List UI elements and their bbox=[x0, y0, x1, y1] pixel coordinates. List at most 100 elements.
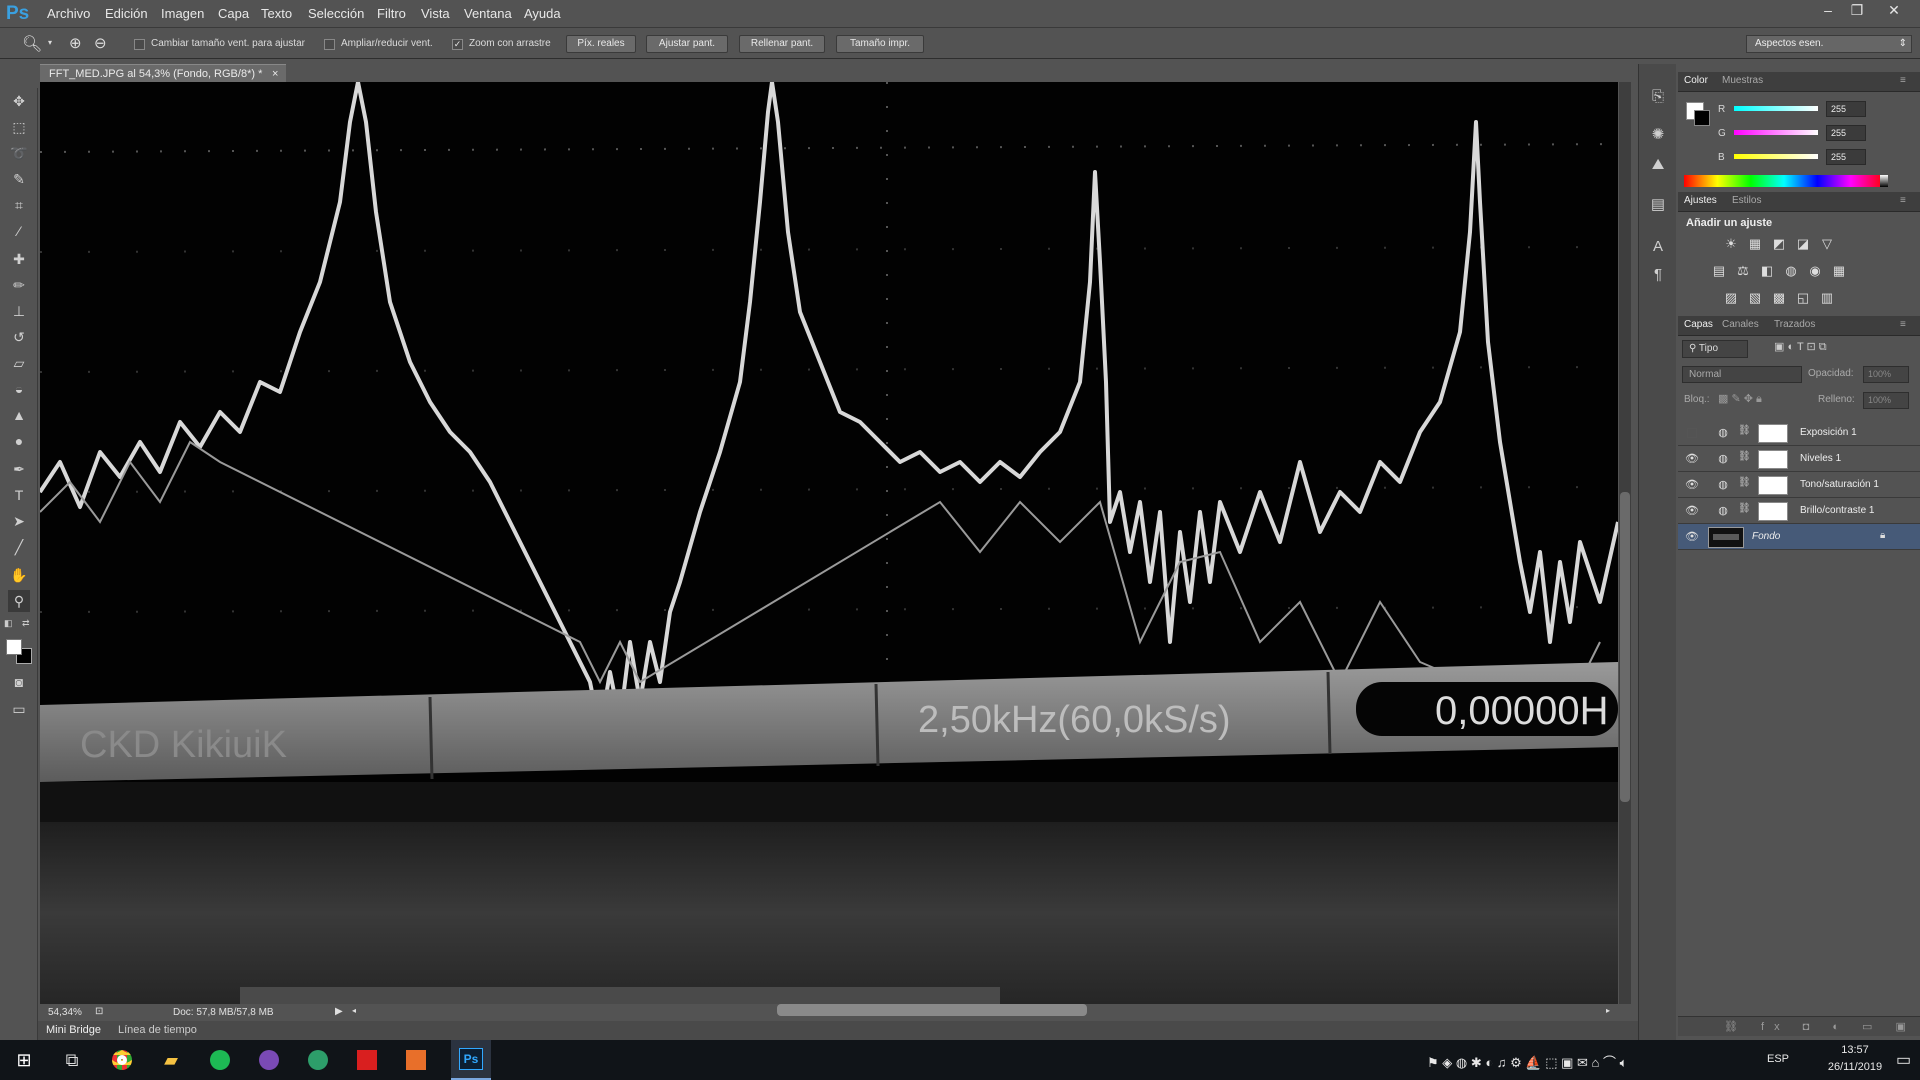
notifications-icon[interactable]: ▭ bbox=[1896, 1050, 1911, 1070]
black-white-ramp[interactable] bbox=[1880, 175, 1888, 187]
quick-mask-icon[interactable]: ◙ bbox=[8, 671, 30, 693]
eye-icon[interactable]: 👁︎ bbox=[1684, 477, 1700, 493]
status-menu-arrow-icon[interactable]: ▶ bbox=[335, 1006, 343, 1017]
clone-source-panel-icon[interactable]: ⛰ bbox=[1647, 154, 1669, 176]
levels-adj-icon[interactable]: ▦ bbox=[1746, 235, 1764, 253]
document-tab[interactable]: FFT_MED.JPG al 54,3% (Fondo, RGB/8*) * × bbox=[40, 64, 286, 82]
layer-row[interactable]: 👁︎ ◍ ⛓ Brillo/contraste 1 bbox=[1678, 498, 1920, 524]
g-value[interactable]: 255 bbox=[1826, 125, 1866, 141]
visibility-toggle[interactable] bbox=[1687, 428, 1697, 438]
print-size-button[interactable]: Tamaño impr. bbox=[836, 35, 924, 53]
blur-tool-icon[interactable]: ▲ bbox=[8, 404, 30, 426]
layer-filter-dropdown[interactable]: ⚲ Tipo bbox=[1682, 340, 1748, 358]
zoom-in-icon[interactable]: ⊕ bbox=[69, 34, 82, 52]
hand-tool-icon[interactable]: ✋ bbox=[8, 564, 30, 586]
fill-screen-button[interactable]: Rellenar pant. bbox=[739, 35, 825, 53]
zoom-out-icon[interactable]: ⊖ bbox=[94, 34, 107, 52]
eye-icon[interactable]: 👁︎ bbox=[1684, 503, 1700, 519]
menu-ayuda[interactable]: Ayuda bbox=[524, 6, 561, 21]
threshold-adj-icon[interactable]: ▩ bbox=[1770, 289, 1788, 307]
eye-icon[interactable]: 👁︎ bbox=[1684, 451, 1700, 467]
posterize-adj-icon[interactable]: ▧ bbox=[1746, 289, 1764, 307]
menu-seleccion[interactable]: Selección bbox=[308, 6, 364, 21]
menu-vista[interactable]: Vista bbox=[421, 6, 450, 21]
invert-adj-icon[interactable]: ▨ bbox=[1722, 289, 1740, 307]
lock-icons[interactable]: ▩ ✎ ✥ 🔒︎ bbox=[1718, 392, 1762, 406]
layer-mask-thumb[interactable] bbox=[1758, 424, 1788, 443]
layer-name[interactable]: Tono/saturación 1 bbox=[1800, 479, 1879, 490]
brush-settings-panel-icon[interactable]: ✺ bbox=[1647, 124, 1669, 146]
brush-tool-icon[interactable]: ✏ bbox=[8, 274, 30, 296]
layer-thumbnail[interactable] bbox=[1708, 527, 1744, 548]
menu-imagen[interactable]: Imagen bbox=[161, 6, 204, 21]
horizontal-scroll-thumb[interactable] bbox=[777, 1004, 1087, 1016]
zoom-tool-icon[interactable]: 🔍︎ bbox=[22, 34, 42, 54]
r-slider[interactable] bbox=[1734, 106, 1818, 111]
exposure-adj-icon[interactable]: ◪ bbox=[1794, 235, 1812, 253]
clock-date[interactable]: 26/11/2019 bbox=[1820, 1061, 1890, 1073]
tab-adjustments[interactable]: Ajustes bbox=[1684, 195, 1717, 206]
tab-styles[interactable]: Estilos bbox=[1732, 195, 1761, 206]
fill-input[interactable]: 100% bbox=[1863, 392, 1909, 409]
black-white-adj-icon[interactable]: ◧ bbox=[1758, 262, 1776, 280]
tab-channels[interactable]: Canales bbox=[1722, 319, 1759, 330]
panel-menu-icon[interactable]: ≡ bbox=[1900, 195, 1906, 206]
workspace-dropdown[interactable]: Aspectos esen. ⇕ bbox=[1746, 35, 1912, 53]
fit-screen-button[interactable]: Ajustar pant. bbox=[646, 35, 728, 53]
acrobat-icon[interactable] bbox=[353, 1048, 381, 1072]
character-panel-icon[interactable]: A bbox=[1647, 236, 1669, 258]
paragraph-panel-icon[interactable]: ¶ bbox=[1647, 264, 1669, 286]
clock-time[interactable]: 13:57 bbox=[1820, 1044, 1890, 1056]
file-explorer-icon[interactable]: ▰ bbox=[157, 1048, 185, 1072]
layer-name[interactable]: Exposición 1 bbox=[1800, 427, 1857, 438]
filter-icons[interactable]: ▣ ◐ T ⊡ ⧉ bbox=[1774, 340, 1827, 354]
layer-row[interactable]: 👁︎ ◍ ⛓ Tono/saturación 1 bbox=[1678, 472, 1920, 498]
tab-swatches[interactable]: Muestras bbox=[1722, 75, 1763, 86]
tab-mini-bridge[interactable]: Mini Bridge bbox=[46, 1024, 101, 1036]
gradient-map-adj-icon[interactable]: ▥ bbox=[1818, 289, 1836, 307]
layer-mask-thumb[interactable] bbox=[1758, 476, 1788, 495]
blend-mode-dropdown[interactable]: Normal bbox=[1682, 366, 1802, 383]
type-tool-icon[interactable]: T bbox=[8, 484, 30, 506]
line-tool-icon[interactable]: ╱ bbox=[8, 536, 30, 558]
b-slider[interactable] bbox=[1734, 154, 1818, 159]
vibrance-adj-icon[interactable]: ▽ bbox=[1818, 235, 1836, 253]
selective-color-adj-icon[interactable]: ◱ bbox=[1794, 289, 1812, 307]
layer-mask-thumb[interactable] bbox=[1758, 502, 1788, 521]
hue-sat-adj-icon[interactable]: ▤ bbox=[1710, 262, 1728, 280]
channel-mixer-adj-icon[interactable]: ◉ bbox=[1806, 262, 1824, 280]
default-colors-icon[interactable]: ◧ bbox=[4, 618, 13, 629]
move-tool-icon[interactable]: ✥ bbox=[8, 90, 30, 112]
screen-mode-icon[interactable]: ▭ bbox=[8, 698, 30, 720]
r-value[interactable]: 255 bbox=[1826, 101, 1866, 117]
layer-name[interactable]: Fondo bbox=[1752, 531, 1780, 542]
tab-paths[interactable]: Trazados bbox=[1774, 319, 1815, 330]
menu-edicion[interactable]: Edición bbox=[105, 6, 148, 21]
vertical-scrollbar[interactable] bbox=[1619, 82, 1631, 1004]
path-selection-tool-icon[interactable]: ➤ bbox=[8, 510, 30, 532]
purple-app-icon[interactable] bbox=[255, 1048, 283, 1072]
history-panel-icon[interactable]: ⎘ bbox=[1647, 86, 1669, 108]
menu-filtro[interactable]: Filtro bbox=[377, 6, 406, 21]
paint-bucket-tool-icon[interactable]: ◒ bbox=[8, 378, 30, 400]
history-brush-tool-icon[interactable]: ↺ bbox=[8, 326, 30, 348]
scroll-left-icon[interactable]: ◂ bbox=[352, 1006, 356, 1015]
lasso-tool-icon[interactable]: ➰ bbox=[8, 142, 30, 164]
close-tab-icon[interactable]: × bbox=[272, 65, 278, 83]
tab-color[interactable]: Color bbox=[1684, 75, 1708, 86]
g-slider[interactable] bbox=[1734, 130, 1818, 135]
bg-color-chip[interactable] bbox=[1694, 110, 1710, 126]
quick-selection-tool-icon[interactable]: ✎ bbox=[8, 168, 30, 190]
restore-button[interactable]: ❐ bbox=[1845, 2, 1869, 19]
marquee-tool-icon[interactable]: ⬚ bbox=[8, 116, 30, 138]
tool-presets-panel-icon[interactable]: ▤ bbox=[1647, 194, 1669, 216]
panel-menu-icon[interactable]: ≡ bbox=[1900, 75, 1906, 86]
layer-row-selected[interactable]: 👁︎ Fondo 🔒︎ bbox=[1678, 524, 1920, 550]
layer-name[interactable]: Niveles 1 bbox=[1800, 453, 1841, 464]
layer-mask-thumb[interactable] bbox=[1758, 450, 1788, 469]
green-app-icon[interactable] bbox=[304, 1048, 332, 1072]
curves-adj-icon[interactable]: ◩ bbox=[1770, 235, 1788, 253]
minimize-button[interactable]: – bbox=[1816, 2, 1840, 18]
dodge-tool-icon[interactable]: ● bbox=[8, 430, 30, 452]
menu-ventana[interactable]: Ventana bbox=[464, 6, 512, 21]
